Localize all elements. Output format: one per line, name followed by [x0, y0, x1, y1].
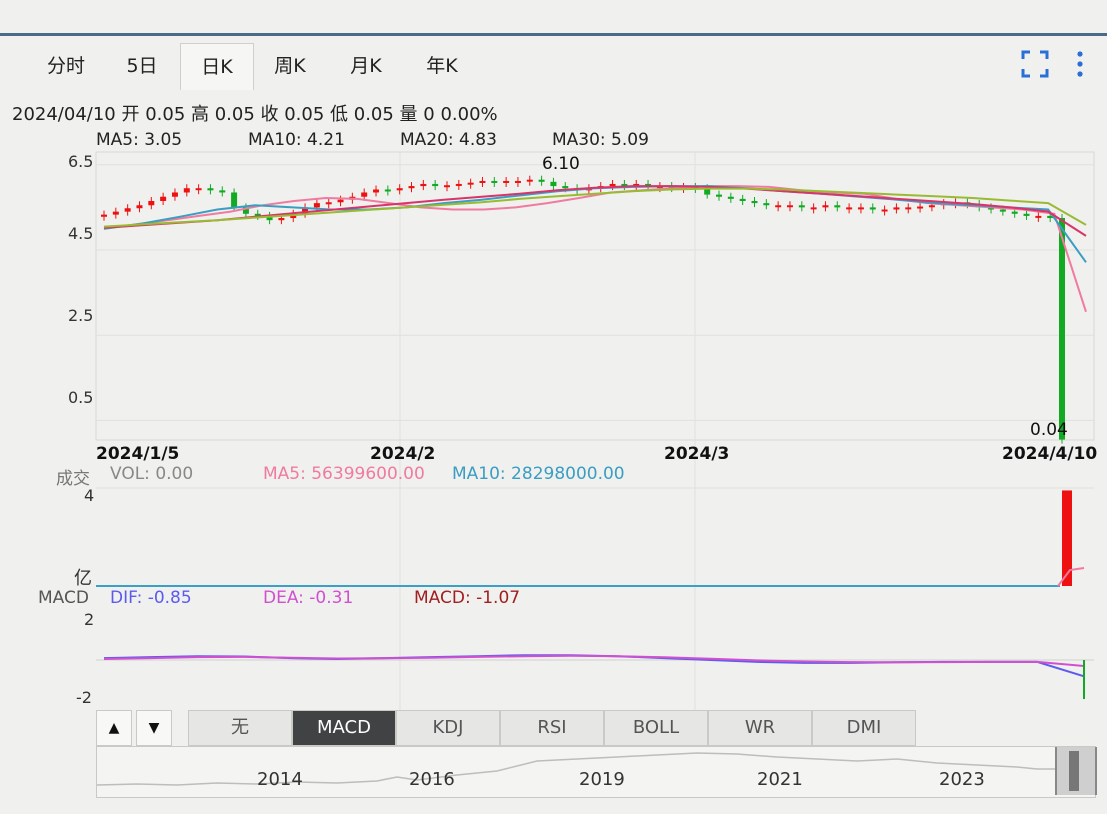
candle-body: [917, 206, 924, 209]
candle-body: [207, 188, 214, 191]
nav-year: 2019: [579, 769, 625, 790]
candle-body: [999, 209, 1006, 212]
nav-year: 2021: [757, 769, 803, 790]
candle-body: [1011, 211, 1018, 214]
candle-body: [479, 180, 486, 183]
vol-label: VOL: 0.00: [110, 464, 194, 484]
indicator-macd[interactable]: MACD: [292, 710, 396, 746]
candle-body: [893, 207, 900, 210]
dif-line: [103, 654, 1085, 678]
dea-label: DEA: -0.31: [263, 588, 354, 608]
macd-y-tick: -2: [76, 688, 92, 707]
macd-value-label: MACD: -1.07: [414, 588, 521, 608]
candle-body: [183, 188, 190, 193]
candle-body: [278, 218, 285, 221]
candle-body: [1023, 213, 1030, 216]
candle-body: [467, 182, 474, 185]
candle-body: [763, 203, 770, 206]
candle-body: [786, 205, 793, 208]
candle-body: [798, 205, 805, 208]
candle-body: [231, 192, 238, 208]
indicator-bar: ▲ ▼ 无 MACD KDJ RSI BOLL WR DMI: [96, 710, 916, 746]
candle-body: [455, 183, 462, 186]
candle-body: [1059, 218, 1065, 440]
nav-year: 2023: [939, 769, 985, 790]
candle-body: [526, 179, 533, 182]
candle-body: [373, 189, 380, 193]
candle-body: [148, 200, 155, 206]
candle-body: [443, 185, 450, 188]
candle-body: [420, 183, 427, 187]
dif-label: DIF: -0.85: [110, 588, 192, 608]
macd-title: MACD: [38, 588, 89, 608]
vol-ma5-label: MA5: 56399600.00: [263, 464, 425, 484]
candle-body: [136, 205, 143, 209]
candle-body: [869, 207, 876, 210]
candle-body: [337, 199, 344, 203]
candle-body: [432, 183, 439, 187]
macd-y-tick: 2: [84, 610, 95, 629]
candle-body: [195, 188, 202, 191]
candle-body: [124, 208, 131, 212]
vol-unit: 亿: [74, 568, 92, 589]
indicator-boll[interactable]: BOLL: [604, 710, 708, 746]
candle-body: [538, 179, 545, 182]
candle-body: [160, 196, 167, 201]
candle-body: [834, 205, 841, 208]
nav-year: 2016: [409, 769, 455, 790]
vol-ma10-label: MA10: 28298000.00: [452, 464, 625, 484]
candle-body: [171, 192, 178, 197]
candle-body: [361, 192, 368, 197]
nav-year: 2014: [257, 769, 303, 790]
indicator-none[interactable]: 无: [188, 710, 292, 746]
indicator-rsi[interactable]: RSI: [500, 710, 604, 746]
x-tick: 2024/4/10: [1002, 444, 1098, 464]
dea-line: [103, 654, 1085, 667]
candle-body: [313, 203, 320, 208]
candle-body: [384, 189, 391, 192]
candle-body: [857, 207, 864, 210]
candle-body: [325, 202, 332, 205]
scroll-up-button[interactable]: ▲: [96, 710, 132, 746]
indicator-dmi[interactable]: DMI: [812, 710, 916, 746]
indicator-wr[interactable]: WR: [708, 710, 812, 746]
candle-body: [101, 214, 107, 217]
high-annotation: 6.10: [542, 154, 580, 174]
candle-body: [396, 188, 403, 191]
low-annotation: 0.04: [1030, 420, 1068, 440]
candle-body: [775, 205, 782, 208]
candle-body: [408, 186, 415, 189]
candle-body: [846, 207, 853, 210]
candle-body: [491, 180, 498, 183]
candle-body: [727, 196, 734, 199]
x-tick: 2024/3: [664, 444, 730, 464]
candle-body: [822, 205, 829, 208]
candle-body: [550, 181, 557, 187]
vol-y-tick: 4: [84, 486, 95, 505]
candle-body: [503, 180, 510, 183]
candle-body: [739, 198, 746, 201]
candle-body: [716, 194, 723, 197]
candle-body: [514, 180, 521, 183]
candle-body: [112, 211, 119, 215]
candle-body: [905, 207, 912, 210]
candle-body: [881, 209, 888, 212]
candle-body: [751, 200, 758, 204]
x-tick: 2024/1/5: [96, 444, 180, 464]
scroll-down-button[interactable]: ▼: [136, 710, 172, 746]
navigator-handle[interactable]: [1055, 747, 1097, 795]
candle-body: [810, 207, 817, 210]
indicator-kdj[interactable]: KDJ: [396, 710, 500, 746]
candle-body: [219, 190, 226, 193]
kline-chart[interactable]: [0, 0, 1107, 814]
x-tick: 2024/2: [370, 444, 436, 464]
candle-body: [928, 205, 935, 208]
volume-bar: [1062, 490, 1072, 586]
candle-body: [562, 186, 569, 189]
range-navigator[interactable]: 2014 2016 2019 2021 2023: [96, 746, 1097, 798]
candle-body: [1035, 215, 1042, 218]
ma10-line: [103, 185, 1087, 263]
candle-body: [609, 183, 616, 187]
